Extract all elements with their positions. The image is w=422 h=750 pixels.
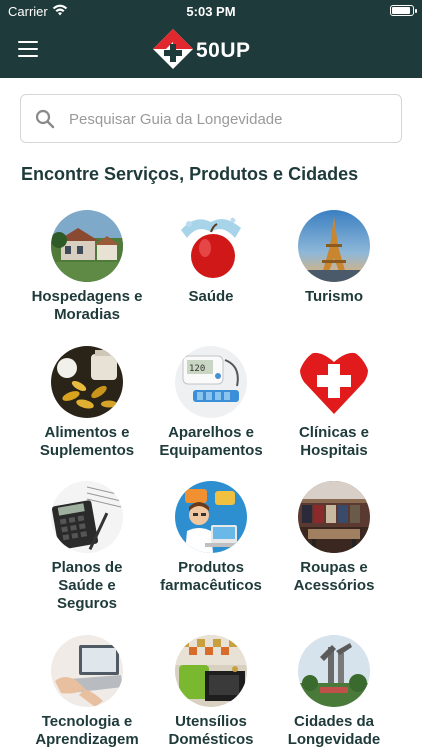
category-label: Turismo [304, 288, 364, 305]
search-icon [35, 109, 55, 129]
category-label: Utensílios Domésticos [168, 713, 254, 748]
blood-pressure-monitor-photo: 120 [175, 346, 247, 418]
category-label: Cidades da Longevidade [287, 713, 381, 748]
top-navbar: 50UP [0, 22, 422, 78]
battery-level-fill [392, 7, 410, 14]
section-title: Encontre Serviços, Produtos e Cidades [21, 164, 359, 184]
pharmacist-illustration [175, 481, 247, 553]
category-label: Saúde [188, 288, 234, 305]
category-label: Roupas e Acessórios [293, 559, 375, 594]
category-tecnologia[interactable]: Tecnologia e Aprendizagem [17, 635, 157, 749]
house-photo [51, 210, 123, 282]
category-saude[interactable]: Saúde [141, 210, 281, 306]
clothing-store-photo [298, 481, 370, 553]
category-label: Hospedagens e Moradias [31, 288, 143, 323]
eiffel-tower-photo [298, 210, 370, 282]
category-cidades[interactable]: Cidades da Longevidade [264, 635, 404, 749]
calculator-photo [51, 481, 123, 553]
city-tower-photo [298, 635, 370, 707]
category-label: Planos de Saúde e Seguros [51, 559, 123, 612]
laptop-photo [51, 635, 123, 707]
category-clinicas[interactable]: Clínicas e Hospitais [264, 346, 404, 460]
category-label: Aparelhos e Equipamentos [159, 424, 263, 459]
category-turismo[interactable]: Turismo [264, 210, 404, 306]
status-bar: Carrier 5:03 PM [0, 0, 422, 22]
app-logo: 50UP [152, 28, 262, 70]
category-label: Alimentos e Suplementos [39, 424, 135, 459]
supplements-photo [51, 346, 123, 418]
search-bar[interactable] [20, 94, 402, 143]
category-label: Tecnologia e Aprendizagem [35, 713, 139, 748]
heart-cross-icon [298, 346, 370, 418]
logo-text: 50UP [196, 39, 251, 62]
category-utensilios[interactable]: Utensílios Domésticos [141, 635, 281, 749]
logo-diamond-icon [153, 29, 193, 69]
kitchen-photo [175, 635, 247, 707]
search-input[interactable] [69, 107, 389, 131]
category-label: Produtos farmacêuticos [160, 559, 262, 594]
category-planos[interactable]: Planos de Saúde e Seguros [17, 481, 157, 613]
category-roupas[interactable]: Roupas e Acessórios [264, 481, 404, 595]
category-produtos-farmaceuticos[interactable]: Produtos farmacêuticos [141, 481, 281, 595]
clock-time: 5:03 PM [186, 4, 236, 19]
battery-icon [390, 5, 417, 16]
apple-splash-photo [175, 210, 247, 282]
category-aparelhos[interactable]: 120 Aparelhos e Equipamentos [141, 346, 281, 460]
category-label: Clínicas e Hospitais [298, 424, 370, 459]
hamburger-menu-icon[interactable] [18, 41, 38, 57]
category-alimentos[interactable]: Alimentos e Suplementos [17, 346, 157, 460]
svg-text:120: 120 [189, 364, 205, 374]
category-hospedagens[interactable]: Hospedagens e Moradias [17, 210, 157, 324]
